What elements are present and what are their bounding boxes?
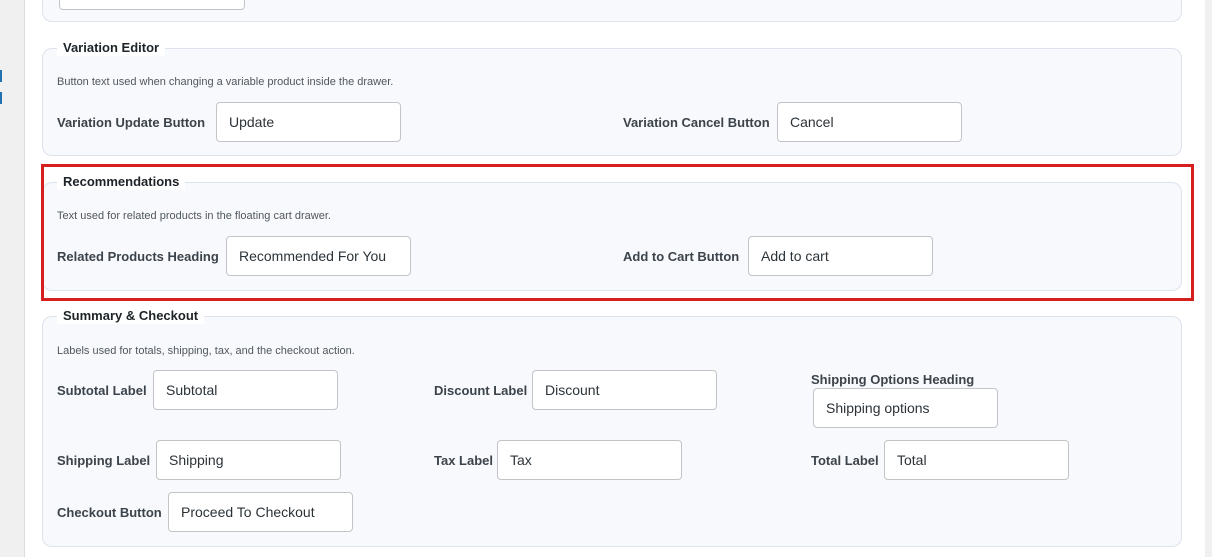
- summary-checkout-section: Summary & Checkout Labels used for total…: [42, 308, 1182, 547]
- section-description: Button text used when changing a variabl…: [57, 76, 394, 88]
- section-title: Summary & Checkout: [57, 308, 205, 324]
- variation-cancel-input[interactable]: [777, 102, 962, 142]
- previous-section: [42, 0, 1182, 22]
- admin-sidebar-edge: [0, 0, 24, 557]
- shipping-options-heading-input[interactable]: [813, 388, 998, 428]
- shipping-input[interactable]: [156, 440, 341, 480]
- recommendations-section: Recommendations Text used for related pr…: [42, 174, 1182, 291]
- sidebar-active-marker: [0, 70, 2, 82]
- total-label: Total Label: [811, 453, 879, 468]
- checkout-button-input[interactable]: [168, 492, 353, 532]
- tax-label: Tax Label: [434, 453, 494, 468]
- previous-input-cutoff[interactable]: [59, 0, 245, 10]
- variation-editor-section: Variation Editor Button text used when c…: [42, 40, 1182, 156]
- variation-cancel-label: Variation Cancel Button: [623, 115, 770, 130]
- subtotal-label: Subtotal Label: [57, 383, 147, 398]
- tax-input[interactable]: [497, 440, 682, 480]
- discount-input[interactable]: [532, 370, 717, 410]
- add-to-cart-input[interactable]: [748, 236, 933, 276]
- section-description: Text used for related products in the fl…: [57, 210, 331, 222]
- add-to-cart-label: Add to Cart Button: [623, 249, 740, 264]
- shipping-options-heading-label: Shipping Options Heading: [811, 372, 975, 387]
- section-title: Recommendations: [57, 174, 186, 190]
- related-products-heading-input[interactable]: [226, 236, 411, 276]
- checkout-button-label: Checkout Button: [57, 505, 162, 520]
- subtotal-input[interactable]: [153, 370, 338, 410]
- section-title: Variation Editor: [57, 40, 166, 56]
- related-products-heading-label: Related Products Heading: [57, 249, 219, 264]
- sidebar-active-marker: [0, 92, 2, 104]
- discount-label: Discount Label: [434, 383, 528, 398]
- variation-update-input[interactable]: [216, 102, 401, 142]
- shipping-label: Shipping Label: [57, 453, 151, 468]
- section-description: Labels used for totals, shipping, tax, a…: [57, 345, 355, 357]
- variation-update-label: Variation Update Button: [57, 115, 206, 130]
- total-input[interactable]: [884, 440, 1069, 480]
- scrollbar-track[interactable]: [1205, 0, 1212, 557]
